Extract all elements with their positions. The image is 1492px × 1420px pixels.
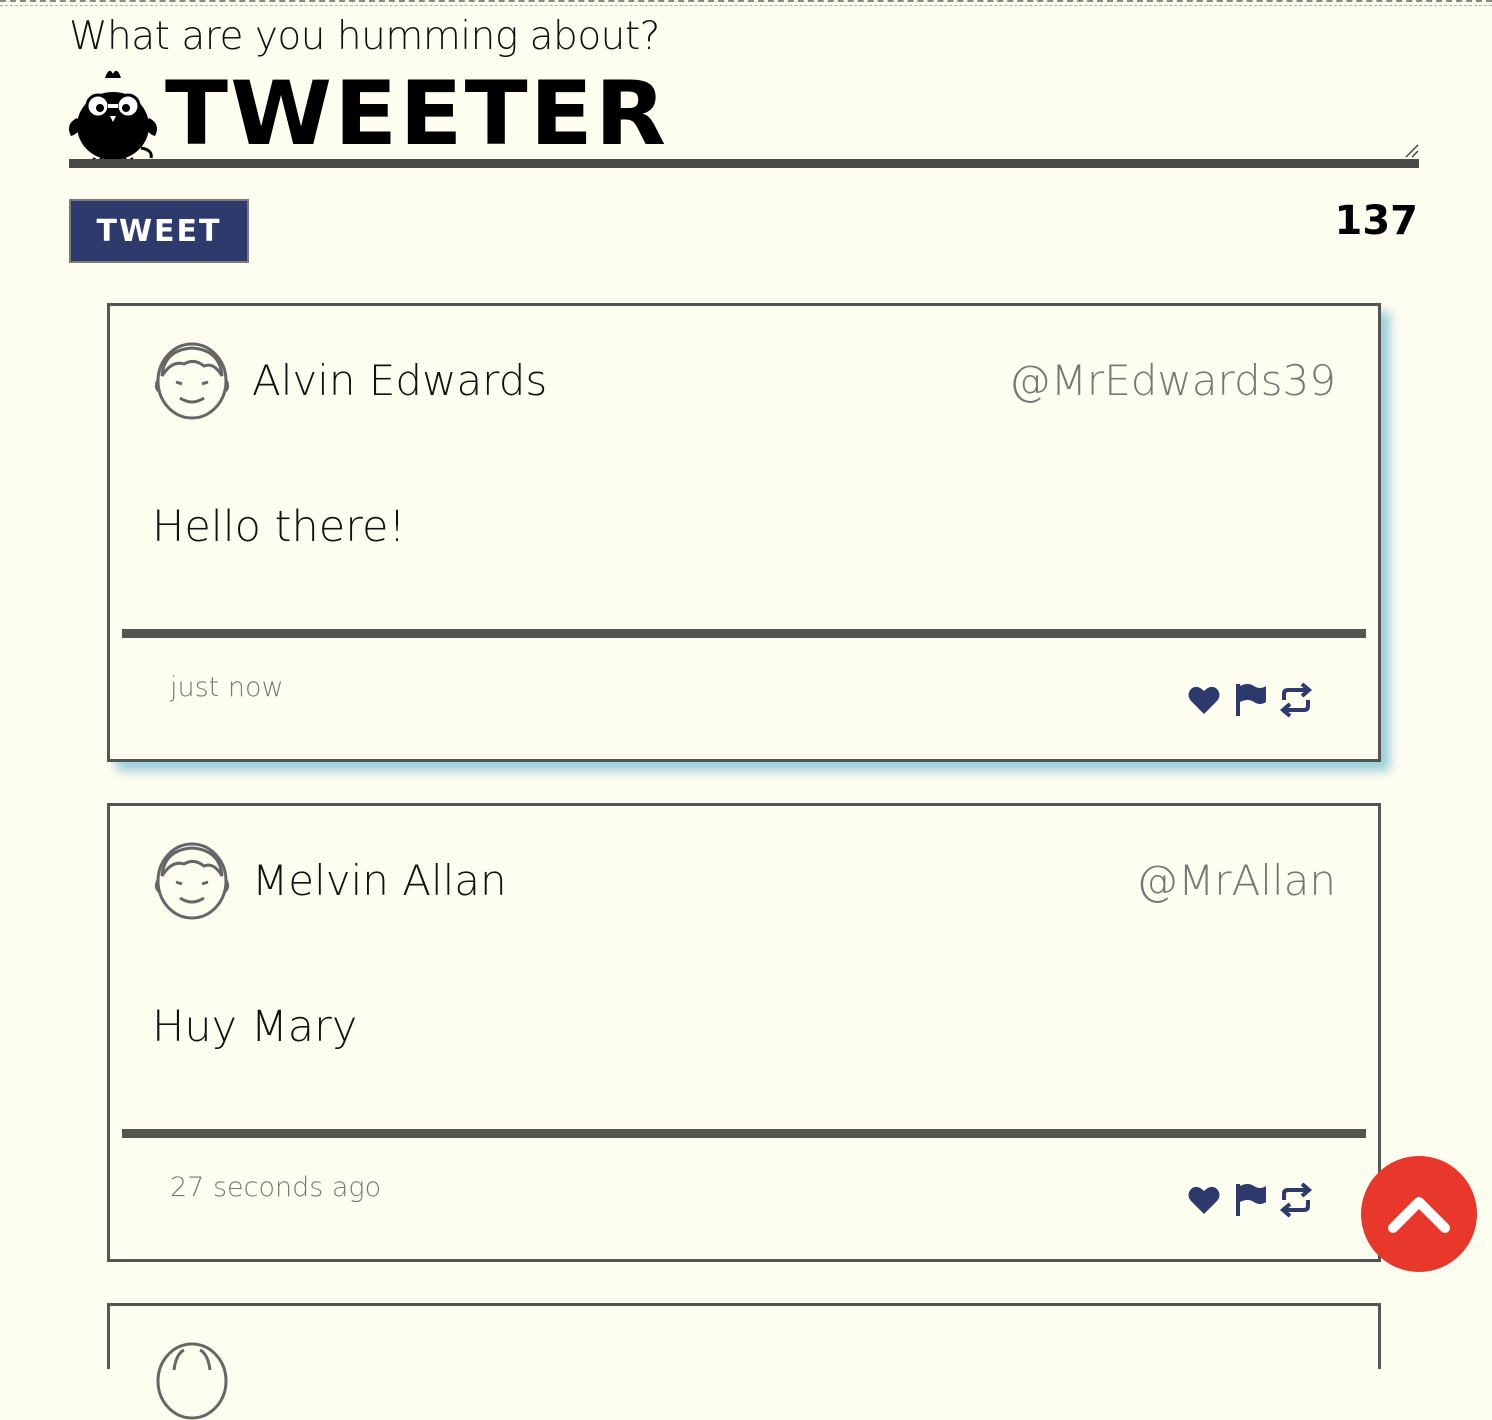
character-counter: 137 — [1334, 198, 1419, 244]
author-name: Melvin Allan — [252, 856, 507, 905]
tweet-timestamp: just now — [170, 672, 284, 703]
tweet-actions — [1186, 680, 1314, 720]
tweet-text: Huy Mary — [152, 1002, 358, 1052]
scroll-to-top-button[interactable] — [1361, 1156, 1477, 1272]
retweet-icon[interactable] — [1278, 682, 1314, 718]
heart-icon[interactable] — [1186, 682, 1222, 718]
tweet-divider — [122, 1129, 1366, 1138]
brand-logo: TWEETER — [65, 62, 669, 165]
tweet-text: Hello there! — [152, 502, 406, 552]
tweet-card — [107, 1303, 1381, 1420]
flag-icon[interactable] — [1232, 682, 1268, 718]
brand-wordmark: TWEETER — [165, 62, 669, 165]
owl-mascot-icon — [69, 70, 157, 164]
tweet-button[interactable]: TWEET — [69, 199, 249, 263]
avatar-icon — [156, 1342, 228, 1420]
compose-prompt: What are you humming about? — [69, 14, 660, 59]
tweet-timestamp: 27 seconds ago — [170, 1172, 382, 1203]
chevron-up-icon — [1388, 1197, 1450, 1233]
tweet-divider — [122, 629, 1366, 638]
compose-underline — [69, 159, 1419, 168]
flag-icon[interactable] — [1232, 1182, 1268, 1218]
author-handle: @MrEdwards39 — [1008, 356, 1336, 405]
tweet-actions — [1186, 1180, 1314, 1220]
resize-grip-icon[interactable] — [1403, 142, 1419, 158]
avatar-icon — [154, 342, 230, 420]
avatar-icon — [154, 842, 230, 920]
author-handle: @MrAllan — [1136, 856, 1336, 905]
heart-icon[interactable] — [1186, 1182, 1222, 1218]
compose-area[interactable]: What are you humming about? TWEETER — [69, 6, 1419, 168]
tweet-card: Melvin Allan @MrAllan Huy Mary 27 second… — [107, 803, 1381, 1262]
tweet-card: Alvin Edwards @MrEdwards39 Hello there! … — [107, 303, 1381, 762]
retweet-icon[interactable] — [1278, 1182, 1314, 1218]
author-name: Alvin Edwards — [252, 356, 548, 405]
